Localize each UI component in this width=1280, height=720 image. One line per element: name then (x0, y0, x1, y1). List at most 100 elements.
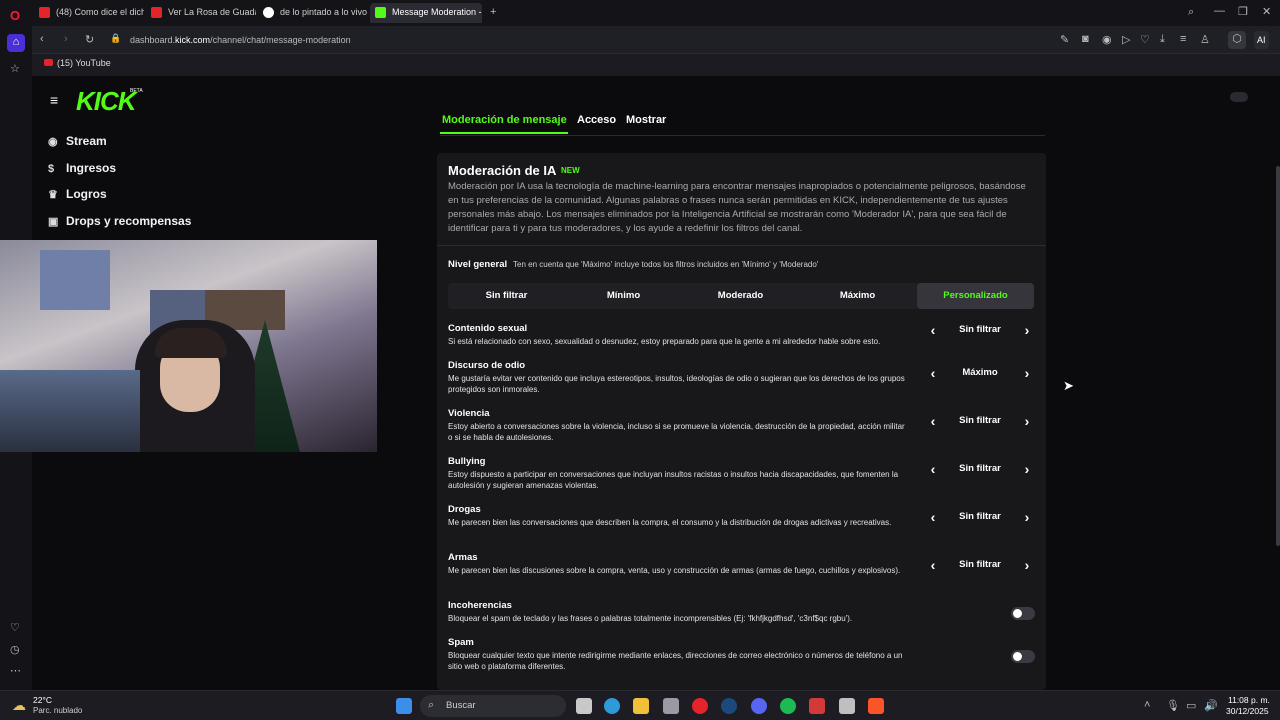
level-hint: Ten en cuenta que 'Máximo' incluye todos… (513, 260, 819, 269)
weather-icon[interactable]: ☁ (12, 697, 26, 714)
menu-lines-icon[interactable]: ≡ (1180, 33, 1186, 45)
spam-toggle[interactable] (1011, 650, 1035, 663)
profile-icon[interactable]: ♙ (1200, 33, 1210, 46)
url-domain: kick.com (175, 35, 211, 45)
maximize-icon[interactable]: ❐ (1238, 5, 1248, 18)
edge-icon[interactable] (604, 698, 620, 714)
home-icon[interactable]: ⌂ (7, 34, 25, 52)
sidebar-item-stream[interactable]: ◉ Stream (48, 134, 107, 148)
sidebar-item-drops[interactable]: ▣ Drops y recompensas (48, 214, 191, 228)
level-option-moderado[interactable]: Moderado (682, 283, 799, 309)
taskbar-search[interactable]: ⌕ Buscar (420, 695, 566, 717)
monitor-icon[interactable]: ▭ (1186, 699, 1196, 712)
clock-time[interactable]: 11:08 p. m. (1228, 695, 1270, 705)
brave-icon[interactable] (868, 698, 884, 714)
edit-icon[interactable]: ✎ (1060, 33, 1069, 46)
tab-message-moderation[interactable]: Moderación de mensaje (442, 114, 567, 126)
rule-value: Sin filtrar (959, 415, 1001, 426)
ai-button[interactable]: AI (1254, 31, 1269, 49)
page-scrollbar[interactable] (1276, 166, 1280, 546)
video-site-icon (151, 7, 162, 18)
heart-icon[interactable]: ♡ (10, 621, 20, 634)
rule-title: Spam (448, 637, 474, 648)
beta-label: BETA (130, 88, 143, 94)
tab-acceso[interactable]: Acceso (577, 114, 616, 126)
app-icon[interactable] (809, 698, 825, 714)
volume-icon[interactable]: 🔊 (1204, 699, 1218, 712)
hamburger-menu-icon[interactable]: ≡ (50, 92, 58, 108)
chevron-right-icon[interactable]: › (1020, 508, 1034, 528)
microphone-icon[interactable]: 🎙 (1166, 699, 1180, 712)
level-option-minimo[interactable]: Mínimo (565, 283, 682, 309)
level-option-personalizado[interactable]: Personalizado (917, 283, 1034, 309)
chevron-left-icon[interactable]: ‹ (926, 412, 940, 432)
windows-start-icon[interactable] (396, 698, 412, 714)
play-icon[interactable]: ▷ (1122, 33, 1130, 46)
chevron-right-icon[interactable]: › (1020, 364, 1034, 384)
history-icon[interactable]: ◷ (10, 643, 20, 656)
opera-taskbar-icon[interactable] (692, 698, 708, 714)
back-icon[interactable]: ‹ (40, 33, 44, 45)
chevron-right-icon[interactable]: › (1020, 460, 1034, 480)
rule-description: Estoy abierto a conversaciones sobre la … (448, 422, 905, 442)
heart-outline-icon[interactable]: ♡ (1140, 33, 1150, 46)
search-placeholder: Buscar (446, 700, 476, 711)
youtube-bookmark[interactable]: (15) YouTube (44, 58, 111, 68)
new-tab-icon[interactable]: + (490, 6, 496, 18)
opera-logo-icon[interactable]: O (10, 8, 20, 23)
rule-title: Incoherencias (448, 600, 512, 611)
tab-3[interactable]: de lo pintado a lo vivo co (258, 3, 368, 23)
person-hair (155, 328, 227, 358)
card-description: Moderación por IA usa la tecnología de m… (448, 181, 1026, 234)
youtube-icon (39, 7, 50, 18)
clock-date[interactable]: 30/12/2025 (1226, 706, 1269, 716)
sidebar-item-logros[interactable]: ♛ Logros (48, 187, 107, 201)
rule-description: Si está relacionado con sexo, sexualidad… (448, 337, 881, 346)
task-view-icon[interactable] (576, 698, 592, 714)
rule-description: Me gustaría evitar ver contenido que inc… (448, 374, 905, 394)
forward-icon[interactable]: › (64, 33, 68, 45)
discord-icon[interactable] (751, 698, 767, 714)
minimize-icon[interactable]: — (1214, 5, 1225, 17)
chevron-left-icon[interactable]: ‹ (926, 460, 940, 480)
chevron-right-icon[interactable]: › (1020, 412, 1034, 432)
rule-value: Máximo (962, 367, 998, 378)
shield-icon[interactable]: ◉ (1102, 33, 1112, 46)
level-option-maximo[interactable]: Máximo (799, 283, 916, 309)
chevron-right-icon[interactable]: › (1020, 556, 1034, 576)
search-tabs-icon[interactable]: ⌕ (1188, 6, 1194, 19)
more-icon[interactable]: ⋯ (10, 664, 21, 677)
url-field[interactable]: dashboard.kick.com/channel/chat/message-… (130, 35, 351, 45)
file-explorer-icon[interactable] (633, 698, 649, 714)
spotify-icon[interactable] (780, 698, 796, 714)
store-icon[interactable] (663, 698, 679, 714)
sidebar-item-ingresos[interactable]: $ Ingresos (48, 161, 116, 175)
tab-2[interactable]: Ver La Rosa de Guadalupe (146, 3, 256, 23)
app-icon-2[interactable] (839, 698, 855, 714)
user-avatar[interactable] (1230, 92, 1248, 102)
incoherencias-toggle[interactable] (1011, 607, 1035, 620)
rule-stepper: ‹ Sin filtrar › (926, 508, 1034, 528)
rule-armas: Armas Me parecen bien las discusiones so… (448, 552, 1038, 575)
tab-1[interactable]: (48) Como dice el dicho 2 (34, 3, 144, 23)
star-icon[interactable]: ☆ (10, 62, 20, 75)
chevron-left-icon[interactable]: ‹ (926, 321, 940, 341)
chevron-left-icon[interactable]: ‹ (926, 556, 940, 576)
reload-icon[interactable]: ↻ (85, 33, 94, 46)
close-icon[interactable]: ✕ (1262, 5, 1271, 18)
dollar-icon: $ (48, 163, 55, 175)
download-icon[interactable]: ⤓ (1160, 33, 1165, 46)
tab-mostrar[interactable]: Mostrar (626, 114, 666, 126)
chevron-right-icon[interactable]: › (1020, 321, 1034, 341)
camera-icon[interactable]: ◙ (1082, 33, 1089, 45)
chevron-left-icon[interactable]: ‹ (926, 364, 940, 384)
steam-icon[interactable] (721, 698, 737, 714)
tab-active[interactable]: Message Moderation - Ki (370, 3, 482, 23)
kick-logo[interactable]: KICK (76, 86, 137, 117)
chevron-left-icon[interactable]: ‹ (926, 508, 940, 528)
rule-value: Sin filtrar (959, 511, 1001, 522)
chevron-up-icon[interactable]: ˄ (1144, 699, 1150, 711)
rule-drogas: Drogas Me parecen bien las conversacione… (448, 504, 1038, 527)
level-option-sin-filtrar[interactable]: Sin filtrar (448, 283, 565, 309)
cube-icon[interactable]: ⬡ (1228, 31, 1246, 49)
